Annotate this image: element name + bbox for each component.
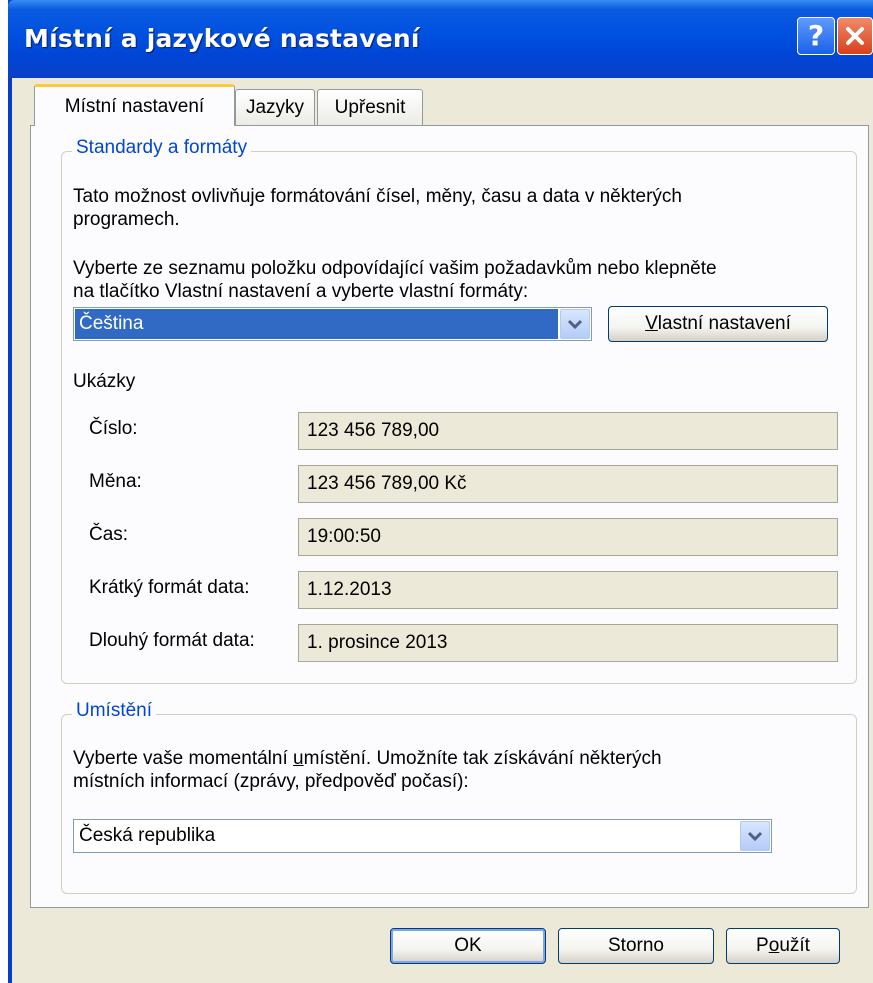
tab-label: Jazyky [245,97,305,118]
location-select-value: Česká republika [79,825,216,846]
standards-group: Standardy a formáty Tato možnost ovlivňu… [61,137,857,684]
standards-description-line1: Tato možnost ovlivňuje formátování čísel… [73,186,682,207]
close-icon [846,27,864,45]
chevron-down-icon [567,319,583,330]
sample-label-currency: Měna: [89,471,142,492]
apply-button[interactable]: Použít [726,928,840,964]
sample-value-short-date: 1.12.2013 [298,571,838,609]
custom-settings-label: Vlastní nastavení [645,313,791,334]
location-description-line1: Vyberte vaše momentální umístění. Umožní… [73,748,662,769]
location-group: Umístění Vyberte vaše momentální umístěn… [61,700,857,894]
tab-languages[interactable]: Jazyky [235,89,315,126]
tab-strip: Místní nastavení Jazyky Upřesnit [12,78,873,128]
sample-label-time: Čas: [89,524,129,545]
help-button[interactable]: ? [797,17,835,55]
custom-settings-button[interactable]: Vlastní nastavení [608,306,828,342]
tab-panel: Standardy a formáty Tato možnost ovlivňu… [30,125,869,908]
help-icon: ? [807,19,825,52]
apply-label: Použít [756,935,810,956]
format-select[interactable]: Čeština [73,307,592,341]
close-button[interactable] [837,17,873,55]
format-select-value: Čeština [75,309,558,339]
dropdown-arrow[interactable] [740,821,770,851]
sample-label-short-date: Krátký formát data: [89,577,250,598]
standards-legend: Standardy a formáty [72,137,252,159]
samples-heading: Ukázky [73,371,136,392]
cancel-button[interactable]: Storno [558,928,714,964]
ok-button[interactable]: OK [390,928,546,964]
select-instruction-line1: Vyberte ze seznamu položku odpovídající … [73,258,717,279]
select-instruction-line2: na tlačítko Vlastní nastavení a vyberte … [73,281,529,302]
sample-label-long-date: Dlouhý formát data: [89,630,255,651]
window-title: Místní a jazykové nastavení [24,24,420,53]
tab-label: Místní nastavení [64,95,205,117]
ok-label: OK [454,935,482,956]
chevron-down-icon [747,831,763,842]
sample-value-long-date: 1. prosince 2013 [298,624,838,662]
standards-description-line2: programech. [73,209,180,230]
location-legend: Umístění [72,700,157,722]
dialog-window: Místní a jazykové nastavení ? Místní nas… [8,0,873,983]
location-description-line2: místních informací (zprávy, předpověď po… [73,771,469,792]
tab-advanced[interactable]: Upřesnit [317,89,423,126]
sample-value-currency: 123 456 789,00 Kč [298,465,838,503]
sample-value-number: 123 456 789,00 [298,412,838,450]
cancel-label: Storno [608,935,664,956]
tab-regional-options[interactable]: Místní nastavení [34,84,235,126]
title-bar[interactable]: Místní a jazykové nastavení ? [8,0,873,78]
dialog-body: Místní nastavení Jazyky Upřesnit Standar… [12,78,873,983]
tab-label: Upřesnit [334,97,406,118]
sample-label-number: Číslo: [89,418,138,439]
sample-value-time: 19:00:50 [298,518,838,556]
dropdown-arrow[interactable] [560,309,590,339]
location-select[interactable]: Česká republika [73,819,772,853]
